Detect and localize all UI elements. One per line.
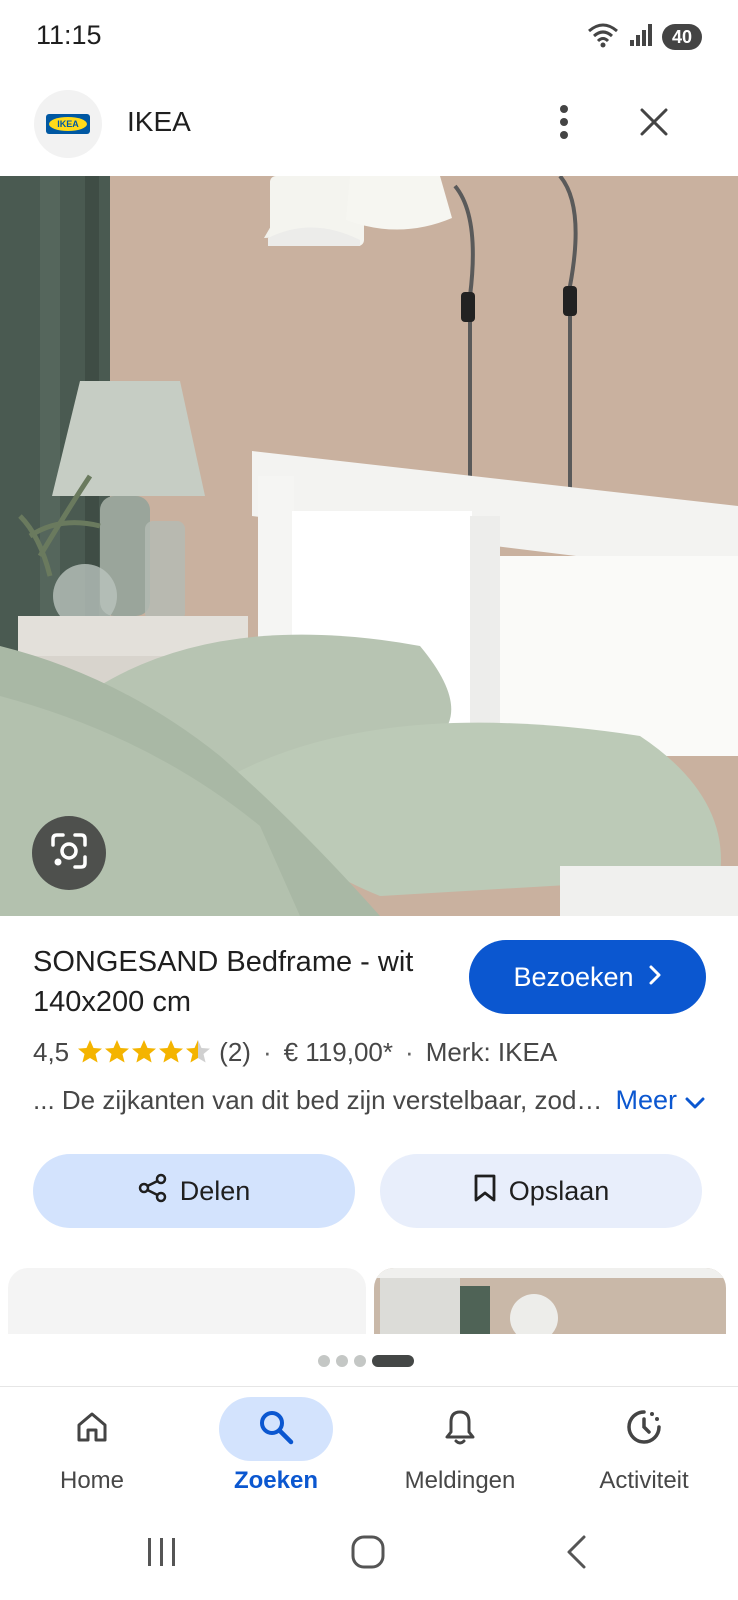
nav-activity-label: Activiteit [599, 1467, 689, 1494]
close-button[interactable] [630, 100, 678, 148]
related-card[interactable] [374, 1268, 726, 1334]
app-bar: IKEA IKEA [0, 80, 738, 176]
search-icon [257, 1408, 295, 1451]
status-bar: 11:15 40 [0, 0, 738, 74]
bell-icon [442, 1408, 478, 1451]
wifi-icon [586, 21, 620, 54]
home-circle-icon [350, 1534, 386, 1575]
chevron-down-icon [685, 1085, 705, 1116]
review-count: (2) [219, 1036, 251, 1067]
separator: · [405, 1036, 414, 1067]
bottom-navigation: Home Zoeken Meldingen Activiteit [0, 1386, 738, 1506]
signal-icon [628, 22, 654, 53]
star-rating [77, 1039, 211, 1065]
nav-search-label: Zoeken [233, 1467, 319, 1494]
product-image[interactable] [0, 176, 738, 916]
chevron-right-icon [648, 962, 662, 993]
recents-icon [145, 1536, 179, 1573]
status-icons: 40 [586, 22, 702, 52]
bookmark-icon [473, 1173, 497, 1210]
related-carousel[interactable] [0, 1268, 738, 1334]
product-description: ... De zijkanten van dit bed zijn verste… [33, 1084, 603, 1115]
share-label: Delen [179, 1175, 251, 1206]
back-button[interactable] [546, 1530, 606, 1578]
home-system-button[interactable] [338, 1530, 398, 1578]
battery-icon: 40 [661, 24, 702, 50]
price: € 119,00* [283, 1036, 394, 1067]
more-vert-icon [559, 104, 569, 145]
rating-row: 4,5 (2) · € 119,00* · Merk: IKEA [33, 1032, 557, 1072]
brand: Merk: IKEA [425, 1036, 558, 1067]
back-icon [564, 1534, 588, 1575]
site-title: IKEA [127, 106, 191, 137]
page-dot-active [372, 1355, 414, 1367]
visit-button-label: Bezoeken [513, 961, 634, 992]
related-thumbnail [374, 1268, 726, 1334]
page-dot [318, 1355, 330, 1367]
nav-notifications-label: Meldingen [404, 1467, 516, 1494]
related-card[interactable] [8, 1268, 366, 1334]
description-row: ... De zijkanten van dit bed zijn verste… [33, 1080, 705, 1120]
share-button[interactable]: Delen [33, 1154, 355, 1228]
ikea-logo-text: IKEA [49, 117, 87, 131]
activity-icon [625, 1408, 663, 1451]
more-link-label: Meer [615, 1084, 677, 1115]
ikea-logo: IKEA [46, 114, 90, 134]
google-lens-button[interactable] [32, 816, 106, 890]
page-dot [336, 1355, 348, 1367]
save-label: Opslaan [508, 1175, 610, 1206]
nav-notifications[interactable]: Meldingen [368, 1397, 552, 1507]
site-logo: IKEA [34, 90, 102, 158]
nav-home-label: Home [59, 1467, 125, 1494]
share-icon [138, 1173, 168, 1210]
stars-icon [78, 1040, 211, 1063]
home-icon [74, 1409, 110, 1450]
nav-home[interactable]: Home [0, 1397, 184, 1507]
nav-activity[interactable]: Activiteit [552, 1397, 736, 1507]
separator: · [262, 1036, 272, 1067]
google-lens-icon [49, 831, 89, 876]
visit-button[interactable]: Bezoeken [469, 940, 706, 1014]
close-icon [639, 107, 669, 142]
save-button[interactable]: Opslaan [380, 1154, 702, 1228]
page-dot [354, 1355, 366, 1367]
bedroom-photo [0, 176, 738, 916]
product-title: SONGESAND Bedframe - wit 140x200 cm [33, 946, 414, 1018]
rating-value: 4,5 [33, 1036, 70, 1067]
more-link[interactable]: Meer [615, 1085, 705, 1116]
recent-apps-button[interactable] [132, 1530, 192, 1578]
nav-search[interactable]: Zoeken [184, 1397, 368, 1507]
status-time: 11:15 [36, 20, 102, 50]
system-navigation [0, 1510, 738, 1600]
carousel-indicator [318, 1355, 414, 1367]
more-options-button[interactable] [544, 100, 584, 148]
